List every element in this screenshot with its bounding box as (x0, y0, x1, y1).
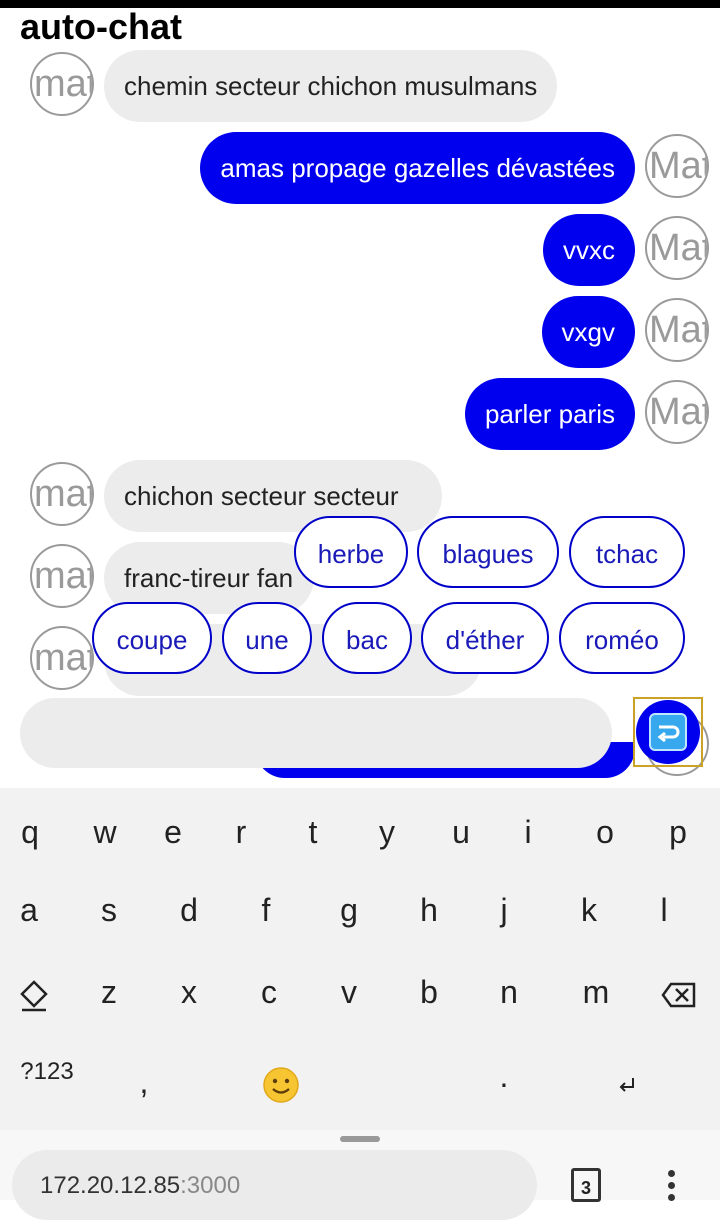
symbols-key[interactable]: ?123 (11, 1034, 83, 1110)
key[interactable]: e (137, 794, 209, 870)
key[interactable]: h (393, 872, 465, 948)
return-arrow-icon (649, 713, 687, 751)
message-input[interactable] (20, 698, 612, 768)
avatar[interactable]: Mat (645, 216, 709, 280)
enter-icon (619, 1077, 634, 1092)
shift-icon (20, 979, 48, 1011)
message-bubble[interactable]: vvxc (543, 214, 635, 286)
suggestion-chip[interactable]: bac (322, 602, 412, 674)
key[interactable]: p (642, 794, 714, 870)
period-key[interactable]: . (468, 1038, 540, 1114)
emoji-key[interactable] (245, 1044, 317, 1120)
suggestion-chip[interactable]: herbe (294, 516, 408, 588)
tab-switcher-button[interactable]: 3 (571, 1168, 601, 1202)
key[interactable]: f (230, 872, 302, 948)
key[interactable]: m (560, 954, 632, 1030)
emoji-icon (263, 1066, 299, 1103)
suggestion-chip[interactable]: roméo (559, 602, 685, 674)
avatar[interactable]: mat (30, 626, 94, 690)
keyboard: q w e r t y u i o p a s d f g h j k l z … (0, 788, 720, 1130)
key[interactable]: n (473, 954, 545, 1030)
suggestion-chip[interactable]: coupe (92, 602, 212, 674)
avatar[interactable]: mat (30, 462, 94, 526)
app-title: auto-chat (20, 6, 182, 47)
send-button[interactable] (636, 700, 700, 764)
shift-key[interactable] (0, 954, 70, 1030)
message-row: vvxc Mat (0, 214, 720, 288)
overflow-menu-icon[interactable] (668, 1170, 678, 1206)
send-focus-frame (633, 697, 703, 767)
browser-toolbar: 172.20.12.85:3000 3 (0, 1130, 720, 1220)
key[interactable]: q (0, 794, 66, 870)
key[interactable]: w (69, 794, 141, 870)
key[interactable]: z (73, 954, 145, 1030)
avatar[interactable]: mat (30, 544, 94, 608)
url-bar[interactable]: 172.20.12.85:3000 (12, 1150, 537, 1220)
message-bubble[interactable]: chemin secteur chichon musulmans (104, 50, 558, 122)
message-row: amas propage gazelles dévastées Mat (0, 132, 720, 206)
avatar[interactable]: Mat (645, 298, 709, 362)
comma-key[interactable]: , (108, 1044, 180, 1120)
avatar[interactable]: mat (30, 52, 94, 116)
key[interactable]: r (205, 794, 277, 870)
key[interactable]: k (553, 872, 625, 948)
backspace-icon (661, 982, 696, 1007)
key[interactable]: c (233, 954, 305, 1030)
key[interactable]: d (153, 872, 225, 948)
message-bubble[interactable]: amas propage gazelles dévastées (200, 132, 635, 204)
suggestion-chip[interactable]: d'éther (421, 602, 549, 674)
key[interactable]: s (73, 872, 145, 948)
key[interactable]: v (313, 954, 385, 1030)
key[interactable]: j (468, 872, 540, 948)
url-port: :3000 (180, 1172, 241, 1199)
key[interactable]: a (0, 872, 65, 948)
drag-handle[interactable] (340, 1136, 380, 1142)
suggestion-chip[interactable]: blagues (417, 516, 559, 588)
message-bubble[interactable]: parler paris (464, 378, 635, 450)
key[interactable]: t (277, 794, 349, 870)
suggestion-chip[interactable]: une (222, 602, 312, 674)
key[interactable]: l (628, 872, 700, 948)
message-row: vxgv Mat (0, 296, 720, 370)
key[interactable]: u (425, 794, 497, 870)
message-row: parler paris Mat (0, 378, 720, 452)
avatar[interactable]: Mat (645, 380, 709, 444)
key[interactable]: g (313, 872, 385, 948)
url-host: 172.20.12.85 (40, 1172, 181, 1199)
key[interactable]: i (492, 794, 564, 870)
message-bubble[interactable]: vxgv (541, 296, 635, 368)
message-row: mat chemin secteur chichon musulmans (0, 50, 720, 124)
backspace-key[interactable] (643, 954, 715, 1030)
enter-key[interactable] (592, 1044, 664, 1120)
key[interactable]: o (569, 794, 641, 870)
avatar[interactable]: Mat (645, 134, 709, 198)
suggestion-chip[interactable]: tchac (569, 516, 685, 588)
key[interactable]: y (351, 794, 423, 870)
key[interactable]: x (153, 954, 225, 1030)
key[interactable]: b (393, 954, 465, 1030)
